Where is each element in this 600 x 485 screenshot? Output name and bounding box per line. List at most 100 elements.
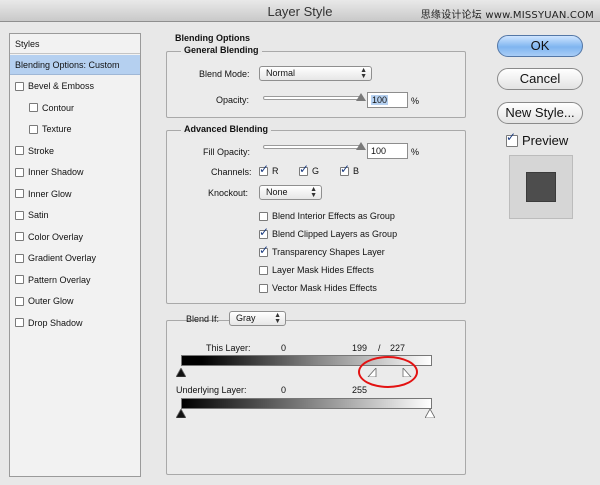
underlying-layer-gradient-bar[interactable] (181, 398, 432, 409)
this-layer-separator: / (378, 343, 381, 353)
fill-opacity-slider-thumb[interactable] (356, 142, 366, 150)
style-item-checkbox[interactable] (15, 296, 24, 306)
style-item-inner-shadow[interactable]: Inner Shadow (10, 162, 140, 182)
channel-r-checkbox[interactable]: R (259, 162, 279, 176)
checkbox-b[interactable] (340, 162, 350, 176)
checkbox-g[interactable] (299, 162, 309, 176)
style-item-contour[interactable]: Contour (10, 98, 140, 118)
advanced-blending-title: Advanced Blending (181, 124, 272, 134)
option-checkbox[interactable] (259, 265, 268, 275)
style-item-blending-options[interactable]: Blending Options: Custom (10, 55, 140, 75)
this-layer-black-slider[interactable] (176, 368, 186, 377)
style-item-label: Gradient Overlay (28, 253, 97, 263)
style-item-stroke[interactable]: Stroke (10, 141, 140, 161)
option-layer-mask-hides-effects[interactable]: Layer Mask Hides Effects (259, 265, 374, 275)
option-label: Transparency Shapes Layer (272, 247, 385, 257)
option-checkbox[interactable] (259, 283, 268, 293)
knockout-label: Knockout: (208, 188, 249, 198)
underlying-black-slider[interactable] (176, 409, 186, 418)
option-blend-interior-effects-as-group[interactable]: Blend Interior Effects as Group (259, 211, 395, 221)
style-item-checkbox[interactable] (15, 318, 24, 327)
fill-opacity-label: Fill Opacity: (203, 147, 251, 157)
ok-button[interactable]: OK (497, 35, 583, 57)
style-item-checkbox[interactable] (15, 189, 24, 198)
opacity-input[interactable]: 100 (367, 92, 408, 108)
blend-mode-select[interactable]: Normal ▲ ▼ (259, 66, 372, 81)
style-item-checkbox[interactable] (15, 275, 24, 284)
channel-b-checkbox[interactable]: B (340, 162, 360, 176)
option-label: Vector Mask Hides Effects (272, 283, 377, 293)
style-item-bevel-emboss[interactable]: Bevel & Emboss (10, 76, 140, 96)
preview-swatch-square (526, 172, 556, 202)
checkbox-r[interactable] (259, 162, 269, 176)
option-label: Blend Clipped Layers as Group (272, 229, 398, 239)
style-item-label: Inner Glow (28, 188, 72, 199)
annotation-circle (358, 356, 418, 388)
option-transparency-shapes-layer[interactable]: Transparency Shapes Layer (259, 243, 385, 257)
style-item-checkbox[interactable] (29, 124, 38, 134)
style-item-checkbox[interactable] (15, 210, 24, 220)
knockout-select[interactable]: None ▲ ▼ (259, 185, 322, 200)
fill-opacity-unit: % (411, 147, 420, 157)
style-item-checkbox[interactable] (15, 232, 24, 241)
style-item-label: Stroke (28, 145, 55, 156)
style-item-checkbox[interactable] (15, 253, 24, 263)
blending-options-title: Blending Options (175, 33, 250, 43)
opacity-label: Opacity: (216, 95, 250, 105)
style-item-label: Texture (42, 124, 72, 134)
fill-opacity-value: 100 (371, 146, 387, 156)
fill-opacity-input[interactable]: 100 (367, 143, 408, 159)
styles-list-header[interactable]: Styles (10, 34, 140, 54)
channel-g-label: G (312, 166, 320, 176)
style-item-checkbox[interactable] (29, 103, 38, 112)
preview-swatch (509, 155, 573, 219)
option-checkbox[interactable] (259, 243, 269, 257)
opacity-slider-thumb[interactable] (356, 93, 366, 101)
this-layer-white-low: 199 (352, 343, 368, 353)
style-item-color-overlay[interactable]: Color Overlay (10, 227, 140, 247)
blend-if-value: Gray (236, 313, 256, 323)
style-item-pattern-overlay[interactable]: Pattern Overlay (10, 270, 140, 290)
style-item-satin[interactable]: Satin (10, 205, 140, 225)
select-arrows-icon: ▲ ▼ (274, 312, 281, 325)
preview-checkbox-row[interactable]: Preview (506, 130, 568, 148)
style-item-checkbox[interactable] (15, 146, 24, 155)
style-item-label: Drop Shadow (28, 317, 83, 328)
channel-b-label: B (353, 166, 360, 176)
select-arrows-icon: ▲ ▼ (360, 67, 367, 80)
style-item-checkbox[interactable] (15, 167, 24, 177)
styles-list: Styles Blending Options: Custom Bevel & … (9, 33, 141, 477)
style-item-label: Color Overlay (28, 231, 84, 242)
underlying-black-value: 0 (281, 385, 287, 395)
opacity-unit: % (411, 96, 420, 106)
style-item-texture[interactable]: Texture (10, 119, 140, 139)
style-item-outer-glow[interactable]: Outer Glow (10, 291, 140, 311)
this-layer-black-value: 0 (281, 343, 287, 353)
blend-if-select[interactable]: Gray ▲ ▼ (229, 311, 286, 326)
style-item-drop-shadow[interactable]: Drop Shadow (10, 313, 140, 333)
style-item-label: Contour (42, 102, 75, 113)
cancel-button[interactable]: Cancel (497, 68, 583, 90)
blend-mode-label: Blend Mode: (199, 69, 250, 79)
opacity-slider-track[interactable] (263, 96, 361, 100)
knockout-value: None (266, 187, 288, 197)
style-item-label: Inner Shadow (28, 167, 84, 177)
underlying-layer-label: Underlying Layer: (176, 385, 247, 395)
general-blending-group (166, 51, 466, 118)
styles-header-label: Styles (15, 38, 40, 49)
style-item-checkbox[interactable] (15, 81, 24, 91)
option-vector-mask-hides-effects[interactable]: Vector Mask Hides Effects (259, 283, 377, 293)
style-item-gradient-overlay[interactable]: Gradient Overlay (10, 248, 140, 268)
style-item-inner-glow[interactable]: Inner Glow (10, 184, 140, 204)
window-titlebar: Layer Style 思缘设计论坛 www.MISSYUAN.COM (0, 0, 600, 22)
new-style-button[interactable]: New Style... (497, 102, 583, 124)
underlying-white-slider[interactable] (425, 409, 435, 418)
style-item-label: Bevel & Emboss (28, 81, 95, 91)
preview-checkbox[interactable] (506, 130, 518, 147)
fill-opacity-slider-track[interactable] (263, 145, 361, 149)
option-blend-clipped-layers-as-group[interactable]: Blend Clipped Layers as Group (259, 225, 398, 239)
opacity-value: 100 (371, 95, 389, 105)
option-checkbox[interactable] (259, 211, 268, 221)
channel-g-checkbox[interactable]: G (299, 162, 320, 176)
option-checkbox[interactable] (259, 225, 269, 239)
